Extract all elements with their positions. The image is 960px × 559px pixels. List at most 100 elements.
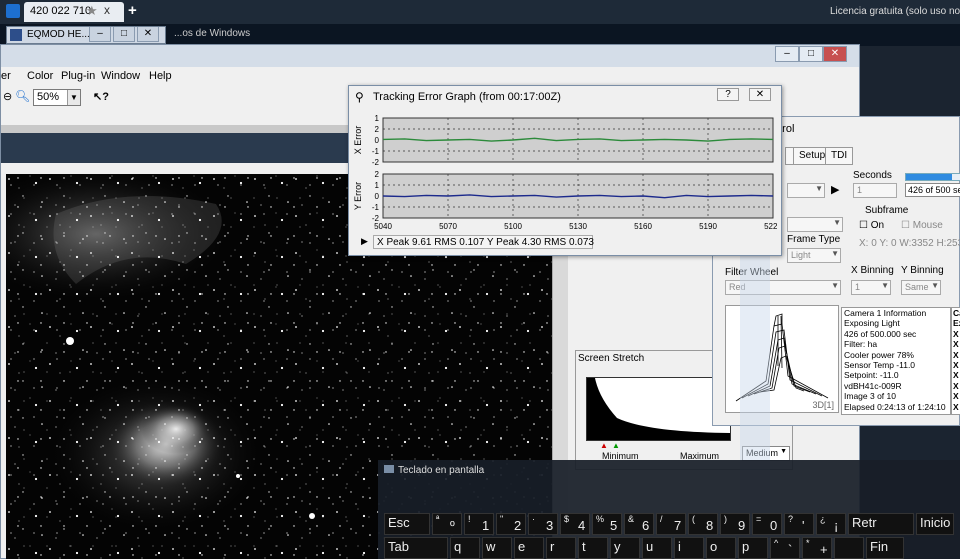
key-4[interactable]: $4: [560, 513, 590, 535]
main-close-button[interactable]: ✕: [823, 46, 847, 62]
key-label: ¡: [834, 518, 839, 533]
y-tick-label: 0: [375, 192, 380, 201]
readout-select[interactable]: ▼: [787, 217, 843, 232]
new-tab-button[interactable]: +: [128, 2, 137, 19]
on-screen-keyboard: Teclado en pantalla Esc ª º! 1 " 2 · 3 $4% 5 & 6/7(…: [378, 460, 960, 559]
key-label: o: [710, 539, 718, 554]
key-p[interactable]: p: [738, 537, 768, 559]
key-inicio[interactable]: Inicio: [916, 513, 954, 535]
camera-info-list: Camera 1 Information Exposing Light 426 …: [841, 307, 951, 415]
zoom-out-icon[interactable]: ⊖: [3, 90, 12, 103]
zoom-select[interactable]: 50% ▼: [33, 89, 81, 106]
key-0[interactable]: = 0: [752, 513, 782, 535]
y-binning-label: Y Binning: [901, 265, 944, 276]
key-label: y: [614, 539, 621, 554]
tracking-chart: 120-1-2X Error210-1-2Y Error5040 5070 5100…: [353, 114, 777, 231]
y-tick-label: 2: [375, 170, 380, 179]
key-blank[interactable]: [834, 537, 864, 559]
close-button[interactable]: ✕: [137, 27, 159, 42]
info-line: Cooler power 78%: [844, 349, 914, 360]
key-7[interactable]: /7: [656, 513, 686, 535]
y-tick-label: 1: [375, 181, 380, 190]
key-o[interactable]: o: [706, 537, 736, 559]
key-esc[interactable]: Esc: [384, 513, 430, 535]
exposure-select[interactable]: ▼: [787, 183, 825, 198]
y-binning-select[interactable]: Same ▼: [901, 280, 941, 295]
minimum-marker-icon[interactable]: ▲: [600, 441, 608, 450]
chevron-down-icon: ▼: [780, 448, 787, 455]
eqmod-title: EQMOD HE...: [27, 29, 90, 40]
main-restore-button[interactable]: □: [799, 46, 823, 62]
menu-window[interactable]: Window: [101, 70, 140, 82]
key-label: Inicio: [920, 515, 951, 530]
menu-help[interactable]: Help: [149, 70, 172, 82]
key-1[interactable]: ! 1: [464, 513, 494, 535]
key-tab[interactable]: Tab: [384, 537, 448, 559]
key-3[interactable]: · 3: [528, 513, 558, 535]
key-2[interactable]: " 2: [496, 513, 526, 535]
key-label: Tab: [388, 539, 409, 554]
key-9[interactable]: ) 9: [720, 513, 750, 535]
key-retr[interactable]: Retr: [848, 513, 914, 535]
minimize-button[interactable]: –: [89, 27, 111, 42]
menu-color[interactable]: Color: [27, 70, 53, 82]
key-shift-label: ^: [774, 538, 779, 548]
whats-this-icon[interactable]: ↖?: [93, 90, 109, 103]
restore-button[interactable]: □: [113, 27, 135, 42]
key-¡[interactable]: ¿ ¡: [816, 513, 846, 535]
key-q[interactable]: q: [450, 537, 480, 559]
key-'[interactable]: ? ': [784, 513, 814, 535]
frame-type-select[interactable]: Light ▼: [787, 248, 841, 263]
menu-plugin[interactable]: Plug-in: [61, 70, 95, 82]
seconds-input[interactable]: 1: [853, 183, 897, 198]
subframe-mouse-checkbox[interactable]: ☐ Mouse: [901, 220, 943, 231]
x-binning-select[interactable]: 1 ▼: [851, 280, 891, 295]
info-line: Sensor Temp -11.0: [844, 360, 916, 371]
key-shift-label: &: [628, 514, 635, 524]
menu-edit[interactable]: er: [1, 70, 11, 82]
info2-line: X: [953, 401, 959, 412]
seconds-label: Seconds: [853, 170, 892, 181]
key-shift-label: ¿: [820, 514, 826, 524]
key-shift-label: $: [564, 514, 570, 524]
key-t[interactable]: t: [578, 537, 608, 559]
close-button[interactable]: ✕: [749, 88, 771, 101]
key-w[interactable]: w: [482, 537, 512, 559]
key-8[interactable]: (8: [688, 513, 718, 535]
key-fin[interactable]: Fin: [866, 537, 904, 559]
x-tick-label: 5220: [764, 222, 777, 231]
x-tick-label: 5160: [634, 222, 652, 231]
key-shift-label: ?: [788, 514, 794, 524]
main-minimize-button[interactable]: –: [775, 46, 799, 62]
key-`[interactable]: ^ `: [770, 537, 800, 559]
key-shift-label: !: [468, 514, 471, 524]
maximum-marker-icon[interactable]: ▲: [612, 441, 620, 450]
subframe-on-checkbox[interactable]: ☐ On: [859, 220, 884, 231]
key-º[interactable]: ªº: [432, 513, 462, 535]
key-label: q: [454, 539, 462, 554]
key-e[interactable]: e: [514, 537, 544, 559]
key-y[interactable]: y: [610, 537, 640, 559]
info-line: Image 3 of 10: [844, 391, 896, 402]
key-shift-label: ": [500, 514, 504, 524]
start-exposure-icon[interactable]: ▶: [831, 183, 839, 196]
help-button[interactable]: ?: [717, 88, 739, 101]
magnifier-minus-icon[interactable]: 🔍︎: [15, 89, 30, 103]
key-5[interactable]: % 5: [592, 513, 622, 535]
info-line: Camera 1 Information: [844, 308, 927, 318]
background-window-title[interactable]: ...os de Windows: [168, 26, 250, 44]
key-6[interactable]: & 6: [624, 513, 654, 535]
close-tab-icon[interactable]: x: [104, 3, 110, 17]
key-+[interactable]: * +: [802, 537, 832, 559]
frame-type-value: Light: [791, 250, 811, 260]
star-icon[interactable]: ★: [86, 3, 98, 19]
key-r[interactable]: r: [546, 537, 576, 559]
stretch-histogram[interactable]: [586, 377, 731, 441]
info-line: Setpoint: -11.0: [844, 370, 899, 381]
play-icon[interactable]: ▶: [361, 236, 368, 247]
key-u[interactable]: u: [642, 537, 672, 559]
key-i[interactable]: i: [674, 537, 704, 559]
eqmod-window-tab[interactable]: EQMOD HE... – □ ✕: [6, 26, 166, 44]
info2-line: Ca: [953, 308, 960, 318]
tab-tdi[interactable]: TDI: [825, 147, 854, 165]
